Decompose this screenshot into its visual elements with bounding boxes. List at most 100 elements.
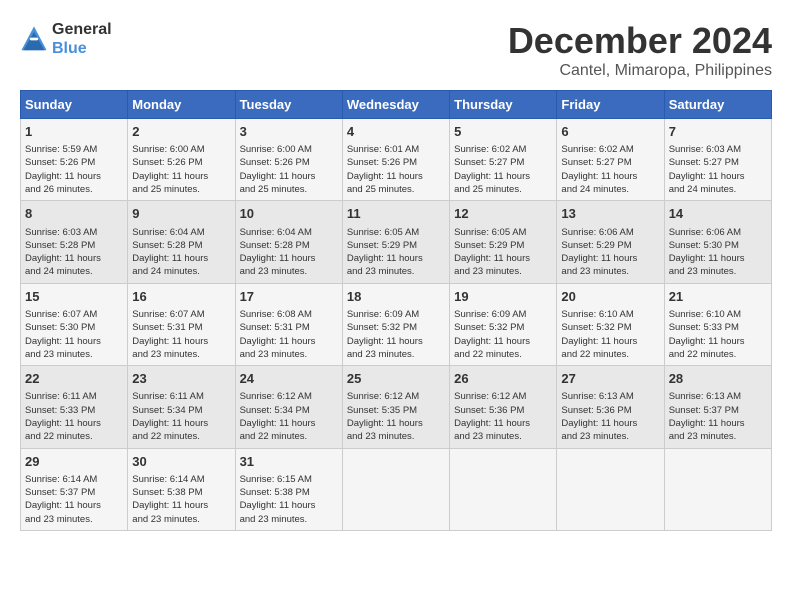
- day-cell: 20 Sunrise: 6:10 AM Sunset: 5:32 PM Dayli…: [557, 283, 664, 365]
- day-number: 1: [25, 123, 123, 141]
- day-info: Sunrise: 6:05 AM Sunset: 5:29 PM Dayligh…: [454, 226, 552, 279]
- day-number: 20: [561, 288, 659, 306]
- header-cell-monday: Monday: [128, 91, 235, 119]
- day-number: 13: [561, 205, 659, 223]
- day-number: 19: [454, 288, 552, 306]
- logo-general: General: [52, 20, 112, 39]
- day-cell: 13Sunrise: 6:06 AM Sunset: 5:29 PM Dayli…: [557, 201, 664, 283]
- day-cell: 26 Sunrise: 6:12 AM Sunset: 5:36 PM Dayli…: [450, 366, 557, 448]
- day-number: 3: [240, 123, 338, 141]
- day-number: 24: [240, 370, 338, 388]
- day-cell: 1 Sunrise: 5:59 AM Sunset: 5:26 PM Daylig…: [21, 119, 128, 201]
- day-info: Sunrise: 6:06 AM Sunset: 5:30 PM Dayligh…: [669, 226, 767, 279]
- header-cell-tuesday: Tuesday: [235, 91, 342, 119]
- day-info: Sunrise: 6:02 AM Sunset: 5:27 PM Dayligh…: [454, 143, 552, 196]
- day-number: 14: [669, 205, 767, 223]
- day-number: 4: [347, 123, 445, 141]
- day-cell: 2 Sunrise: 6:00 AM Sunset: 5:26 PM Daylig…: [128, 119, 235, 201]
- day-info: Sunrise: 6:09 AM Sunset: 5:32 PM Dayligh…: [454, 308, 552, 361]
- day-info: Sunrise: 6:01 AM Sunset: 5:26 PM Dayligh…: [347, 143, 445, 196]
- day-cell: [450, 448, 557, 530]
- day-cell: 31 Sunrise: 6:15 AM Sunset: 5:38 PM Dayli…: [235, 448, 342, 530]
- day-info: Sunrise: 6:04 AM Sunset: 5:28 PM Dayligh…: [132, 226, 230, 279]
- day-cell: 7Sunrise: 6:03 AM Sunset: 5:27 PM Daylig…: [664, 119, 771, 201]
- logo-blue: Blue: [52, 39, 112, 58]
- day-cell: 28Sunrise: 6:13 AM Sunset: 5:37 PM Dayli…: [664, 366, 771, 448]
- day-number: 17: [240, 288, 338, 306]
- day-info: Sunrise: 6:14 AM Sunset: 5:38 PM Dayligh…: [132, 473, 230, 526]
- day-cell: 22Sunrise: 6:11 AM Sunset: 5:33 PM Dayli…: [21, 366, 128, 448]
- day-info: Sunrise: 5:59 AM Sunset: 5:26 PM Dayligh…: [25, 143, 123, 196]
- day-cell: 11 Sunrise: 6:05 AM Sunset: 5:29 PM Dayli…: [342, 201, 449, 283]
- day-number: 10: [240, 205, 338, 223]
- header: General Blue December 2024 Cantel, Mimar…: [20, 20, 772, 80]
- day-number: 12: [454, 205, 552, 223]
- day-number: 7: [669, 123, 767, 141]
- day-info: Sunrise: 6:12 AM Sunset: 5:35 PM Dayligh…: [347, 390, 445, 443]
- day-info: Sunrise: 6:10 AM Sunset: 5:33 PM Dayligh…: [669, 308, 767, 361]
- day-cell: 29 Sunrise: 6:14 AM Sunset: 5:37 PM Dayli…: [21, 448, 128, 530]
- day-number: 31: [240, 453, 338, 471]
- calendar-body: 1 Sunrise: 5:59 AM Sunset: 5:26 PM Daylig…: [21, 119, 772, 531]
- title-area: December 2024 Cantel, Mimaropa, Philippi…: [508, 20, 772, 80]
- day-cell: 24 Sunrise: 6:12 AM Sunset: 5:34 PM Dayli…: [235, 366, 342, 448]
- location-title: Cantel, Mimaropa, Philippines: [508, 62, 772, 80]
- day-cell: [664, 448, 771, 530]
- day-number: 21: [669, 288, 767, 306]
- day-info: Sunrise: 6:13 AM Sunset: 5:37 PM Dayligh…: [669, 390, 767, 443]
- week-row-3: 15 Sunrise: 6:07 AM Sunset: 5:30 PM Dayli…: [21, 283, 772, 365]
- day-number: 18: [347, 288, 445, 306]
- day-info: Sunrise: 6:04 AM Sunset: 5:28 PM Dayligh…: [240, 226, 338, 279]
- day-number: 16: [132, 288, 230, 306]
- logo: General Blue: [20, 20, 112, 58]
- day-cell: 25 Sunrise: 6:12 AM Sunset: 5:35 PM Dayli…: [342, 366, 449, 448]
- week-row-2: 8Sunrise: 6:03 AM Sunset: 5:28 PM Daylig…: [21, 201, 772, 283]
- month-title: December 2024: [508, 20, 772, 62]
- header-cell-saturday: Saturday: [664, 91, 771, 119]
- day-info: Sunrise: 6:09 AM Sunset: 5:32 PM Dayligh…: [347, 308, 445, 361]
- day-cell: 18 Sunrise: 6:09 AM Sunset: 5:32 PM Dayli…: [342, 283, 449, 365]
- day-info: Sunrise: 6:08 AM Sunset: 5:31 PM Dayligh…: [240, 308, 338, 361]
- calendar-header: SundayMondayTuesdayWednesdayThursdayFrid…: [21, 91, 772, 119]
- day-cell: 21 Sunrise: 6:10 AM Sunset: 5:33 PM Dayli…: [664, 283, 771, 365]
- day-cell: 6 Sunrise: 6:02 AM Sunset: 5:27 PM Daylig…: [557, 119, 664, 201]
- day-info: Sunrise: 6:12 AM Sunset: 5:36 PM Dayligh…: [454, 390, 552, 443]
- day-info: Sunrise: 6:02 AM Sunset: 5:27 PM Dayligh…: [561, 143, 659, 196]
- week-row-4: 22Sunrise: 6:11 AM Sunset: 5:33 PM Dayli…: [21, 366, 772, 448]
- day-number: 5: [454, 123, 552, 141]
- header-cell-thursday: Thursday: [450, 91, 557, 119]
- header-row: SundayMondayTuesdayWednesdayThursdayFrid…: [21, 91, 772, 119]
- header-cell-friday: Friday: [557, 91, 664, 119]
- day-number: 25: [347, 370, 445, 388]
- day-info: Sunrise: 6:15 AM Sunset: 5:38 PM Dayligh…: [240, 473, 338, 526]
- day-info: Sunrise: 6:07 AM Sunset: 5:30 PM Dayligh…: [25, 308, 123, 361]
- day-info: Sunrise: 6:12 AM Sunset: 5:34 PM Dayligh…: [240, 390, 338, 443]
- logo-text: General Blue: [52, 20, 112, 58]
- day-cell: 5 Sunrise: 6:02 AM Sunset: 5:27 PM Daylig…: [450, 119, 557, 201]
- day-number: 15: [25, 288, 123, 306]
- calendar-table: SundayMondayTuesdayWednesdayThursdayFrid…: [20, 90, 772, 531]
- day-cell: 3Sunrise: 6:00 AM Sunset: 5:26 PM Daylig…: [235, 119, 342, 201]
- day-info: Sunrise: 6:07 AM Sunset: 5:31 PM Dayligh…: [132, 308, 230, 361]
- week-row-5: 29 Sunrise: 6:14 AM Sunset: 5:37 PM Dayli…: [21, 448, 772, 530]
- day-cell: 4 Sunrise: 6:01 AM Sunset: 5:26 PM Daylig…: [342, 119, 449, 201]
- day-cell: 10 Sunrise: 6:04 AM Sunset: 5:28 PM Dayli…: [235, 201, 342, 283]
- day-number: 11: [347, 205, 445, 223]
- day-number: 26: [454, 370, 552, 388]
- day-cell: 9Sunrise: 6:04 AM Sunset: 5:28 PM Daylig…: [128, 201, 235, 283]
- day-info: Sunrise: 6:10 AM Sunset: 5:32 PM Dayligh…: [561, 308, 659, 361]
- day-cell: 12 Sunrise: 6:05 AM Sunset: 5:29 PM Dayli…: [450, 201, 557, 283]
- day-number: 29: [25, 453, 123, 471]
- day-cell: 30 Sunrise: 6:14 AM Sunset: 5:38 PM Dayli…: [128, 448, 235, 530]
- day-info: Sunrise: 6:11 AM Sunset: 5:33 PM Dayligh…: [25, 390, 123, 443]
- day-info: Sunrise: 6:00 AM Sunset: 5:26 PM Dayligh…: [132, 143, 230, 196]
- day-cell: [342, 448, 449, 530]
- day-number: 6: [561, 123, 659, 141]
- day-number: 30: [132, 453, 230, 471]
- day-info: Sunrise: 6:14 AM Sunset: 5:37 PM Dayligh…: [25, 473, 123, 526]
- day-cell: 17 Sunrise: 6:08 AM Sunset: 5:31 PM Dayli…: [235, 283, 342, 365]
- day-info: Sunrise: 6:05 AM Sunset: 5:29 PM Dayligh…: [347, 226, 445, 279]
- day-number: 2: [132, 123, 230, 141]
- logo-icon: [20, 25, 48, 53]
- day-cell: 14 Sunrise: 6:06 AM Sunset: 5:30 PM Dayli…: [664, 201, 771, 283]
